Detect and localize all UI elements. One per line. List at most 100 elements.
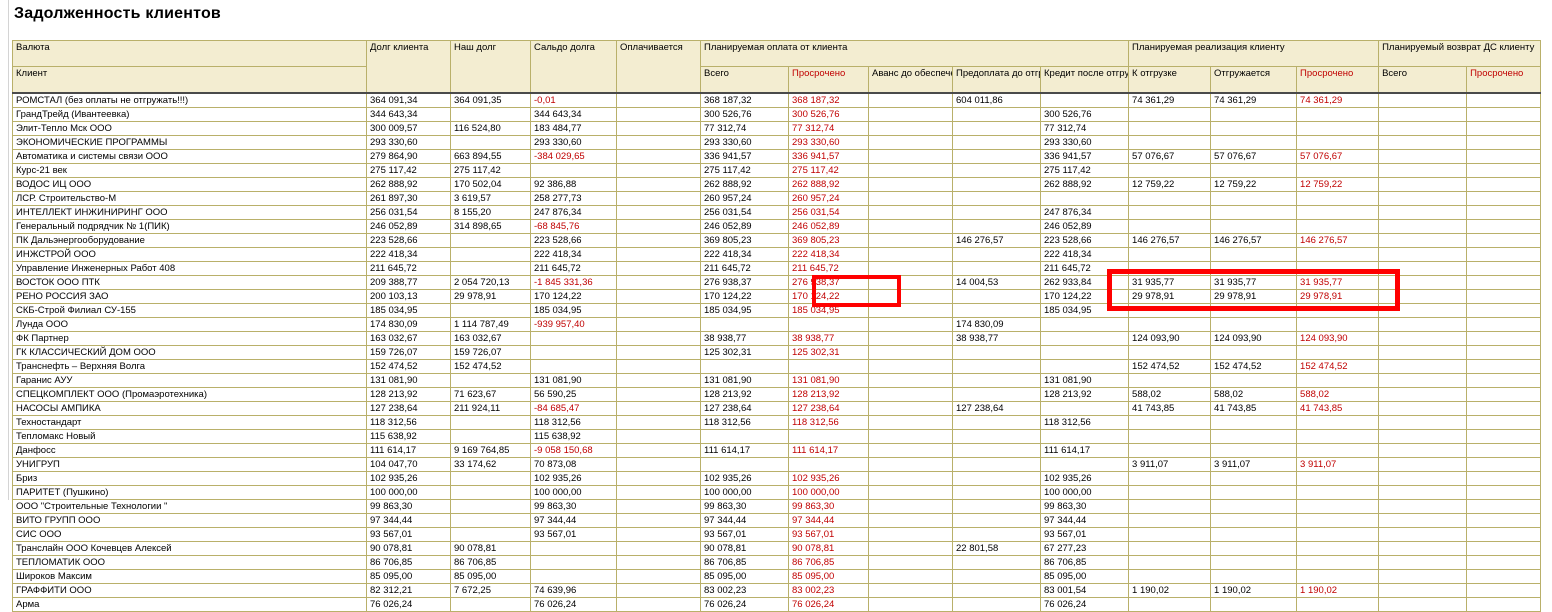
amount-cell[interactable] [617, 499, 701, 513]
amount-cell[interactable] [701, 317, 789, 331]
amount-cell[interactable]: 56 590,25 [531, 387, 617, 401]
amount-cell[interactable] [789, 457, 869, 471]
amount-cell[interactable] [1379, 359, 1467, 373]
amount-cell[interactable] [1467, 345, 1541, 359]
amount-cell[interactable] [1297, 205, 1379, 219]
amount-cell[interactable]: 125 302,31 [701, 345, 789, 359]
amount-cell[interactable] [953, 485, 1041, 499]
amount-cell[interactable] [617, 471, 701, 485]
amount-cell[interactable]: 211 645,72 [789, 261, 869, 275]
amount-cell[interactable] [1297, 219, 1379, 233]
amount-cell[interactable] [1211, 163, 1297, 177]
amount-cell[interactable]: 368 187,32 [789, 93, 869, 108]
amount-cell[interactable] [869, 317, 953, 331]
amount-cell[interactable] [953, 177, 1041, 191]
amount-cell[interactable] [869, 331, 953, 345]
amount-cell[interactable]: 223 528,66 [1041, 233, 1129, 247]
amount-cell[interactable] [1379, 555, 1467, 569]
amount-cell[interactable] [869, 387, 953, 401]
amount-cell[interactable]: 85 095,00 [451, 569, 531, 583]
amount-cell[interactable]: 100 000,00 [367, 485, 451, 499]
amount-cell[interactable] [1297, 597, 1379, 611]
amount-cell[interactable]: 125 302,31 [789, 345, 869, 359]
amount-cell[interactable]: 111 614,17 [701, 443, 789, 457]
amount-cell[interactable] [869, 121, 953, 135]
amount-cell[interactable] [1379, 527, 1467, 541]
amount-cell[interactable] [1379, 177, 1467, 191]
client-name-cell[interactable]: ЛСР. Строительство-М [13, 191, 367, 205]
amount-cell[interactable] [953, 443, 1041, 457]
amount-cell[interactable]: -384 029,65 [531, 149, 617, 163]
amount-cell[interactable]: 82 312,21 [367, 583, 451, 597]
amount-cell[interactable] [1467, 569, 1541, 583]
amount-cell[interactable]: 85 095,00 [367, 569, 451, 583]
amount-cell[interactable] [617, 569, 701, 583]
amount-cell[interactable]: -84 685,47 [531, 401, 617, 415]
amount-cell[interactable]: 128 213,92 [789, 387, 869, 401]
amount-cell[interactable]: 262 888,92 [789, 177, 869, 191]
amount-cell[interactable] [1379, 135, 1467, 149]
amount-cell[interactable] [617, 485, 701, 499]
amount-cell[interactable]: 222 418,34 [1041, 247, 1129, 261]
amount-cell[interactable]: 128 213,92 [701, 387, 789, 401]
amount-cell[interactable] [1297, 471, 1379, 485]
client-name-cell[interactable]: ПАРИТЕТ (Пушкино) [13, 485, 367, 499]
amount-cell[interactable]: 300 526,76 [789, 107, 869, 121]
amount-cell[interactable]: 127 238,64 [367, 401, 451, 415]
amount-cell[interactable]: 663 894,55 [451, 149, 531, 163]
amount-cell[interactable]: 256 031,54 [701, 205, 789, 219]
amount-cell[interactable] [1041, 429, 1129, 443]
amount-cell[interactable] [1211, 135, 1297, 149]
amount-cell[interactable]: 93 567,01 [1041, 527, 1129, 541]
amount-cell[interactable]: 127 238,64 [701, 401, 789, 415]
amount-cell[interactable] [869, 513, 953, 527]
amount-cell[interactable]: 369 805,23 [789, 233, 869, 247]
amount-cell[interactable] [1467, 541, 1541, 555]
amount-cell[interactable]: 279 864,90 [367, 149, 451, 163]
amount-cell[interactable]: 93 567,01 [789, 527, 869, 541]
amount-cell[interactable] [1467, 149, 1541, 163]
amount-cell[interactable]: 152 474,52 [1297, 359, 1379, 373]
amount-cell[interactable]: -68 845,76 [531, 219, 617, 233]
client-name-cell[interactable]: Лунда ООО [13, 317, 367, 331]
amount-cell[interactable] [1129, 555, 1211, 569]
amount-cell[interactable]: 124 093,90 [1129, 331, 1211, 345]
amount-cell[interactable] [1379, 191, 1467, 205]
amount-cell[interactable] [451, 485, 531, 499]
amount-cell[interactable]: 118 312,56 [367, 415, 451, 429]
amount-cell[interactable] [1467, 219, 1541, 233]
amount-cell[interactable] [1297, 135, 1379, 149]
amount-cell[interactable] [1467, 415, 1541, 429]
amount-cell[interactable]: 211 645,72 [531, 261, 617, 275]
amount-cell[interactable] [1379, 331, 1467, 345]
amount-cell[interactable] [451, 107, 531, 121]
amount-cell[interactable]: 76 026,24 [701, 597, 789, 611]
amount-cell[interactable] [1379, 583, 1467, 597]
client-name-cell[interactable]: Транслайн ООО Кочевцев Алексей [13, 541, 367, 555]
amount-cell[interactable] [953, 191, 1041, 205]
amount-cell[interactable] [1211, 499, 1297, 513]
amount-cell[interactable] [1297, 163, 1379, 177]
amount-cell[interactable] [1211, 345, 1297, 359]
amount-cell[interactable]: 588,02 [1297, 387, 1379, 401]
amount-cell[interactable] [451, 527, 531, 541]
amount-cell[interactable] [1297, 513, 1379, 527]
amount-cell[interactable]: 3 911,07 [1129, 457, 1211, 471]
amount-cell[interactable] [1297, 429, 1379, 443]
amount-cell[interactable]: 260 957,24 [701, 191, 789, 205]
client-name-cell[interactable]: ПК Дальэнергооборудование [13, 233, 367, 247]
amount-cell[interactable] [869, 177, 953, 191]
amount-cell[interactable]: 86 706,85 [451, 555, 531, 569]
amount-cell[interactable]: 131 081,90 [789, 373, 869, 387]
amount-cell[interactable]: 211 924,11 [451, 401, 531, 415]
amount-cell[interactable]: 1 190,02 [1129, 583, 1211, 597]
amount-cell[interactable] [1379, 373, 1467, 387]
amount-cell[interactable] [1129, 597, 1211, 611]
amount-cell[interactable]: 76 026,24 [1041, 597, 1129, 611]
amount-cell[interactable] [1467, 177, 1541, 191]
amount-cell[interactable]: 246 052,89 [789, 219, 869, 233]
amount-cell[interactable]: -939 957,40 [531, 317, 617, 331]
amount-cell[interactable] [1379, 205, 1467, 219]
amount-cell[interactable]: 90 078,81 [789, 541, 869, 555]
client-name-cell[interactable]: ВОСТОК ООО ПТК [13, 275, 367, 289]
